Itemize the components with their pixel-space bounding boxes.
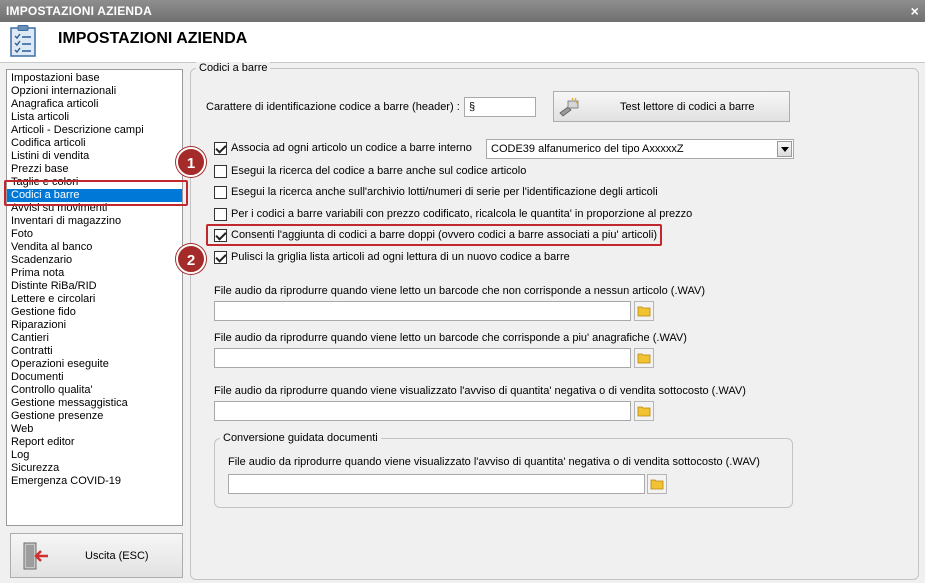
sidebar-item[interactable]: Web <box>7 423 182 436</box>
sidebar-item[interactable]: Vendita al banco <box>7 241 182 254</box>
option-search-article-code-checkbox[interactable] <box>214 165 227 178</box>
callout-badge-2: 2 <box>176 244 206 274</box>
sidebar-item[interactable]: Report editor <box>7 436 182 449</box>
barcode-scanner-icon <box>559 97 579 117</box>
sidebar-item[interactable]: Prezzi base <box>7 163 182 176</box>
sidebar-item[interactable]: Codifica articoli <box>7 137 182 150</box>
folder-icon <box>650 479 664 490</box>
close-icon[interactable]: × <box>911 0 919 22</box>
audio-negative-label: File audio da riprodurre quando viene vi… <box>214 385 746 397</box>
chevron-down-icon[interactable] <box>777 141 792 157</box>
sidebar-item[interactable]: Sicurezza <box>7 462 182 475</box>
sidebar-item[interactable]: Listini di vendita <box>7 150 182 163</box>
browse-audio-not-found-button[interactable] <box>634 301 654 321</box>
audio-multiple-label: File audio da riprodurre quando viene le… <box>214 332 687 344</box>
option-search-lots-checkbox[interactable] <box>214 186 227 199</box>
sidebar-item[interactable]: Cantieri <box>7 332 182 345</box>
conversion-audio-field[interactable] <box>228 474 645 494</box>
sidebar-item[interactable]: Log <box>7 449 182 462</box>
sidebar-item[interactable]: Inventari di magazzino <box>7 215 182 228</box>
header-char-label: Carattere di identificazione codice a ba… <box>206 101 460 113</box>
page-title: IMPOSTAZIONI AZIENDA <box>58 30 248 47</box>
header-char-field[interactable]: § <box>464 97 536 117</box>
audio-multiple-field[interactable] <box>214 348 631 368</box>
clipboard-checklist-icon <box>10 25 36 57</box>
sidebar-item[interactable]: Articoli - Descrizione campi <box>7 124 182 137</box>
option-clear-grid-label: Pulisci la griglia lista articoli ad ogn… <box>231 251 570 263</box>
option-internal-barcode-label: Associa ad ogni articolo un codice a bar… <box>231 142 472 154</box>
audio-negative-field[interactable] <box>214 401 631 421</box>
option-variable-price-checkbox[interactable] <box>214 208 227 221</box>
test-barcode-reader-button[interactable]: Test lettore di codici a barre <box>553 91 790 122</box>
barcode-type-value: CODE39 alfanumerico del tipo AxxxxxZ <box>491 143 684 155</box>
exit-button[interactable]: Uscita (ESC) <box>10 533 183 578</box>
browse-conversion-audio-button[interactable] <box>647 474 667 494</box>
sidebar-item[interactable]: Anagrafica articoli <box>7 98 182 111</box>
browse-audio-multiple-button[interactable] <box>634 348 654 368</box>
audio-not-found-field[interactable] <box>214 301 631 321</box>
sidebar-item[interactable]: Opzioni internazionali <box>7 85 182 98</box>
sidebar-list[interactable]: Impostazioni base Opzioni internazionali A… <box>6 69 183 526</box>
folder-icon <box>637 406 651 417</box>
sidebar-item[interactable]: Operazioni eseguite <box>7 358 182 371</box>
sidebar-item[interactable]: Gestione fido <box>7 306 182 319</box>
conversion-group <box>214 438 793 508</box>
sidebar-item[interactable]: Documenti <box>7 371 182 384</box>
sidebar-item[interactable]: Impostazioni base <box>7 72 182 85</box>
option-search-article-code-label: Esegui la ricerca del codice a barre anc… <box>231 165 527 177</box>
test-barcode-reader-label: Test lettore di codici a barre <box>620 101 755 113</box>
barcode-type-select[interactable]: CODE39 alfanumerico del tipo AxxxxxZ <box>486 139 794 159</box>
highlight-duplicate-option <box>206 224 662 246</box>
highlight-sidebar-selection <box>4 180 188 206</box>
sidebar-item[interactable]: Foto <box>7 228 182 241</box>
sidebar-item[interactable]: Emergenza COVID-19 <box>7 475 182 488</box>
folder-icon <box>637 353 651 364</box>
barcodes-group-label: Codici a barre <box>196 62 271 74</box>
sidebar-item[interactable]: Controllo qualita' <box>7 384 182 397</box>
browse-audio-negative-button[interactable] <box>634 401 654 421</box>
sidebar-item[interactable]: Scadenzario <box>7 254 182 267</box>
sidebar-item[interactable]: Lista articoli <box>7 111 182 124</box>
exit-door-icon <box>23 542 48 570</box>
page-header: IMPOSTAZIONI AZIENDA <box>0 22 925 62</box>
sidebar-item[interactable]: Distinte RiBa/RID <box>7 280 182 293</box>
header-divider <box>0 62 925 63</box>
window-titlebar: IMPOSTAZIONI AZIENDA × <box>0 0 925 22</box>
conversion-audio-label: File audio da riprodurre quando viene vi… <box>228 456 760 468</box>
folder-icon <box>637 306 651 317</box>
sidebar-item[interactable]: Lettere e circolari <box>7 293 182 306</box>
audio-not-found-label: File audio da riprodurre quando viene le… <box>214 285 706 297</box>
callout-badge-1: 1 <box>176 147 206 177</box>
option-internal-barcode-checkbox[interactable] <box>214 142 227 155</box>
option-search-lots-label: Esegui la ricerca anche sull'archivio lo… <box>231 186 658 198</box>
sidebar-item[interactable]: Contratti <box>7 345 182 358</box>
exit-button-label: Uscita (ESC) <box>85 550 149 562</box>
option-variable-price-label: Per i codici a barre variabili con prezz… <box>231 208 693 220</box>
option-clear-grid-checkbox[interactable] <box>214 251 227 264</box>
window-title: IMPOSTAZIONI AZIENDA <box>6 4 152 18</box>
sidebar-item[interactable]: Gestione messaggistica <box>7 397 182 410</box>
sidebar-item[interactable]: Prima nota <box>7 267 182 280</box>
conversion-group-label: Conversione guidata documenti <box>220 432 381 444</box>
sidebar-item[interactable]: Riparazioni <box>7 319 182 332</box>
sidebar-item[interactable]: Gestione presenze <box>7 410 182 423</box>
